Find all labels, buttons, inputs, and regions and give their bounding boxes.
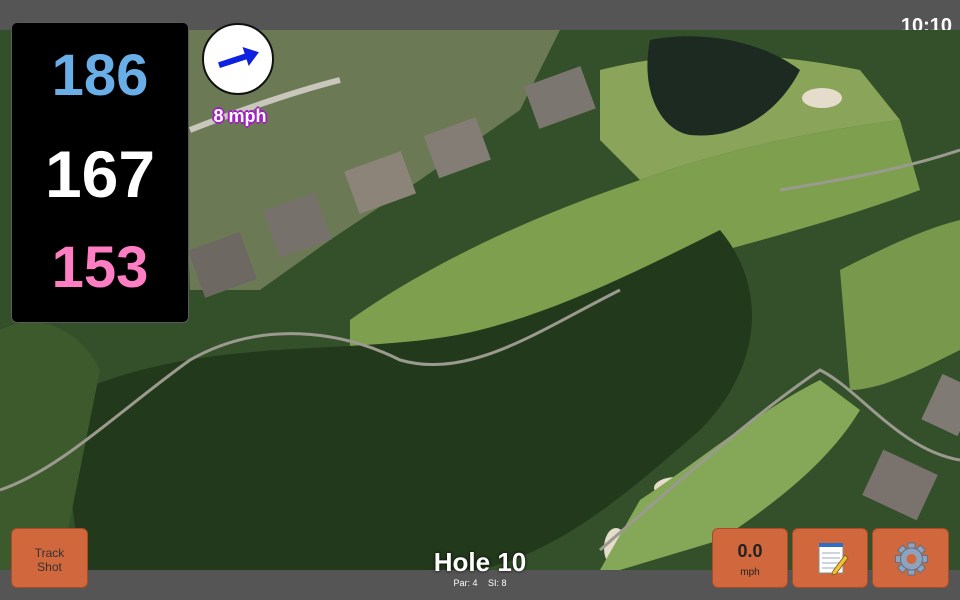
track-shot-label: Track Shot [34,546,65,574]
distance-back: 186 [51,43,149,108]
wind-indicator [202,23,274,95]
distance-panel: 186 167 153 [11,22,189,323]
hole-stroke-index: SI: 8 [488,578,507,588]
settings-button[interactable] [872,528,949,588]
gear-icon [895,542,928,576]
notepad-icon [818,543,849,576]
wind-speed-value: 0.0 [737,541,763,561]
distance-middle: 167 [44,137,156,211]
notes-button[interactable] [792,528,868,588]
hole-par: Par: 4 [453,578,478,588]
wind-speed-button[interactable]: 0.0 mph [712,528,788,588]
distance-front: 153 [51,235,149,300]
hole-title: Hole 10 [433,547,527,577]
track-shot-button[interactable]: Track Shot [11,528,88,588]
wind-speed-label: 8 mph [213,106,267,126]
wind-arrow-icon [218,47,259,69]
wind-speed-unit: mph [740,567,760,578]
hole-info: Par: 4 SI: 8 [380,578,580,588]
